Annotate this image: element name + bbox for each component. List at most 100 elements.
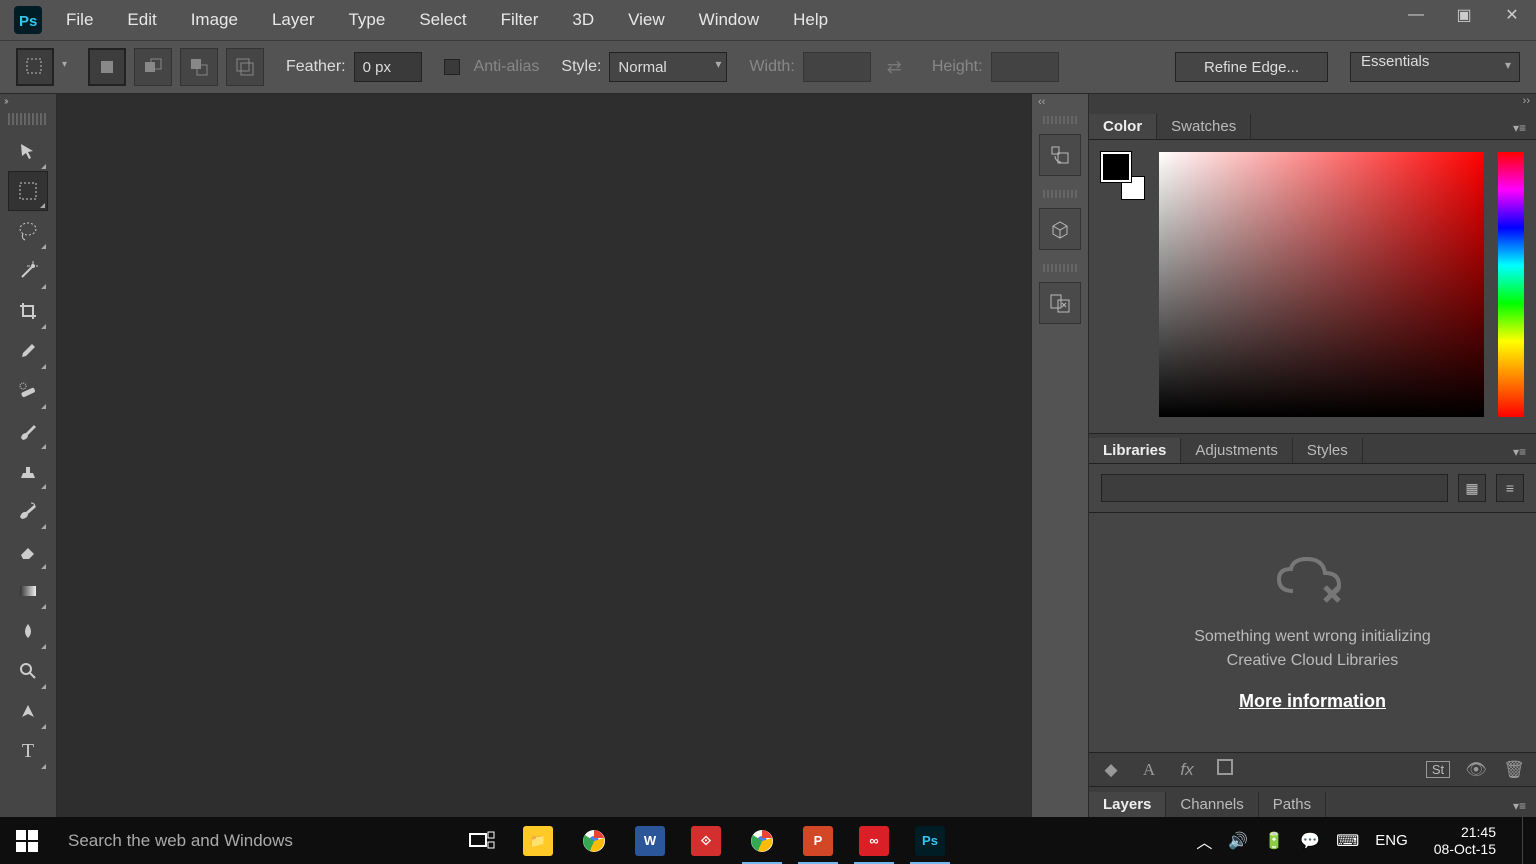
- start-button[interactable]: [0, 817, 54, 864]
- chrome-taskbar-icon-1[interactable]: [566, 817, 622, 864]
- file-explorer-taskbar-icon[interactable]: 📁: [510, 817, 566, 864]
- type-tool[interactable]: T: [8, 731, 48, 771]
- move-tool[interactable]: [8, 131, 48, 171]
- eyedropper-tool[interactable]: [8, 331, 48, 371]
- menu-window[interactable]: Window: [683, 0, 775, 40]
- feather-input[interactable]: [354, 52, 422, 82]
- more-information-link[interactable]: More information: [1239, 691, 1386, 712]
- add-selection-button[interactable]: [134, 48, 172, 86]
- menu-layer[interactable]: Layer: [256, 0, 331, 40]
- panel-grip[interactable]: [8, 113, 48, 125]
- crop-tool[interactable]: [8, 291, 48, 331]
- tab-color[interactable]: Color: [1089, 114, 1157, 139]
- language-indicator[interactable]: ENG: [1375, 832, 1408, 849]
- properties-panel-icon[interactable]: [1039, 282, 1081, 324]
- expand-panels-icon[interactable]: ››: [1089, 94, 1536, 110]
- gradient-tool[interactable]: [8, 571, 48, 611]
- menu-edit[interactable]: Edit: [111, 0, 172, 40]
- photoshop-taskbar-icon[interactable]: Ps: [902, 817, 958, 864]
- libraries-panel-menu-icon[interactable]: ▾≡: [1503, 441, 1536, 463]
- swap-dimensions-icon: ⇄: [887, 57, 902, 78]
- tab-layers[interactable]: Layers: [1089, 792, 1166, 817]
- add-layer-style-icon[interactable]: fx: [1175, 760, 1199, 780]
- add-graphic-icon[interactable]: ◆: [1099, 760, 1123, 780]
- new-selection-button[interactable]: [88, 48, 126, 86]
- menu-select[interactable]: Select: [403, 0, 482, 40]
- layers-panel-menu-icon[interactable]: ▾≡: [1503, 795, 1536, 817]
- refine-edge-button[interactable]: Refine Edge...: [1175, 52, 1328, 82]
- tab-swatches[interactable]: Swatches: [1157, 114, 1251, 139]
- rectangular-marquee-tool[interactable]: [8, 171, 48, 211]
- libraries-error-line2: Creative Cloud Libraries: [1194, 649, 1431, 673]
- stock-search-icon[interactable]: St: [1426, 761, 1450, 778]
- tab-paths[interactable]: Paths: [1259, 792, 1326, 817]
- menu-help[interactable]: Help: [777, 0, 844, 40]
- tab-libraries[interactable]: Libraries: [1089, 438, 1181, 463]
- menu-view[interactable]: View: [612, 0, 681, 40]
- creative-cloud-taskbar-icon[interactable]: ∞: [846, 817, 902, 864]
- tab-adjustments[interactable]: Adjustments: [1181, 438, 1293, 463]
- blur-tool[interactable]: [8, 611, 48, 651]
- svg-text:Ps: Ps: [19, 13, 37, 30]
- tab-styles[interactable]: Styles: [1293, 438, 1363, 463]
- keyboard-icon[interactable]: ⌨: [1336, 831, 1359, 851]
- subtract-selection-button[interactable]: [180, 48, 218, 86]
- powerpoint-taskbar-icon[interactable]: P: [790, 817, 846, 864]
- add-color-icon[interactable]: [1213, 759, 1237, 780]
- chrome-taskbar-icon-2[interactable]: [734, 817, 790, 864]
- foreground-color-swatch[interactable]: [1101, 152, 1131, 182]
- style-select[interactable]: Normal: [609, 52, 727, 82]
- word-taskbar-icon[interactable]: W: [622, 817, 678, 864]
- foreground-background-swatch[interactable]: [1101, 152, 1145, 200]
- workspace-switcher[interactable]: Essentials: [1350, 52, 1520, 82]
- pen-tool[interactable]: [8, 691, 48, 731]
- hue-slider[interactable]: [1498, 152, 1524, 417]
- add-character-style-icon[interactable]: A: [1137, 760, 1161, 780]
- panel-grip[interactable]: [1043, 264, 1077, 272]
- magic-wand-tool[interactable]: [8, 251, 48, 291]
- healing-brush-tool[interactable]: [8, 371, 48, 411]
- maximize-button[interactable]: ▣: [1440, 0, 1488, 30]
- zoom-tool[interactable]: [8, 651, 48, 691]
- action-center-icon[interactable]: 💬: [1300, 831, 1320, 851]
- minimize-button[interactable]: —: [1392, 0, 1440, 30]
- history-brush-tool[interactable]: [8, 491, 48, 531]
- app-taskbar-icon[interactable]: ⟐: [678, 817, 734, 864]
- library-selector[interactable]: [1101, 474, 1448, 502]
- task-view-button[interactable]: [454, 817, 510, 864]
- close-button[interactable]: ✕: [1488, 0, 1536, 30]
- tray-chevron-icon[interactable]: ︿: [1196, 829, 1212, 853]
- brush-tool[interactable]: [8, 411, 48, 451]
- grid-view-icon[interactable]: ▦: [1458, 474, 1486, 502]
- tab-channels[interactable]: Channels: [1166, 792, 1258, 817]
- battery-icon[interactable]: 🔋: [1264, 831, 1284, 851]
- color-panel-menu-icon[interactable]: ▾≡: [1503, 117, 1536, 139]
- color-panel-tabs: Color Swatches ▾≡: [1089, 110, 1536, 140]
- clone-stamp-tool[interactable]: [8, 451, 48, 491]
- show-desktop-button[interactable]: [1522, 817, 1530, 864]
- taskbar-clock[interactable]: 21:45 08-Oct-15: [1424, 824, 1506, 858]
- menu-type[interactable]: Type: [332, 0, 401, 40]
- panel-grip[interactable]: [1043, 190, 1077, 198]
- expand-tools-icon[interactable]: ››: [0, 94, 56, 109]
- sync-icon[interactable]: 👁: [1464, 760, 1488, 780]
- list-view-icon[interactable]: ≡: [1496, 474, 1524, 502]
- eraser-tool[interactable]: [8, 531, 48, 571]
- lasso-tool[interactable]: [8, 211, 48, 251]
- history-panel-icon[interactable]: [1039, 134, 1081, 176]
- tool-preset-button[interactable]: ▾: [16, 48, 54, 86]
- menu-filter[interactable]: Filter: [485, 0, 555, 40]
- intersect-selection-button[interactable]: [226, 48, 264, 86]
- color-field[interactable]: [1159, 152, 1484, 417]
- menu-3d[interactable]: 3D: [556, 0, 610, 40]
- libraries-content: Something went wrong initializing Creati…: [1089, 513, 1536, 752]
- menu-file[interactable]: File: [50, 0, 109, 40]
- delete-icon[interactable]: 🗑: [1502, 760, 1526, 780]
- volume-icon[interactable]: 🔊: [1228, 831, 1248, 851]
- panel-grip[interactable]: [1043, 116, 1077, 124]
- menu-image[interactable]: Image: [175, 0, 254, 40]
- 3d-panel-icon[interactable]: [1039, 208, 1081, 250]
- taskbar-search[interactable]: Search the web and Windows: [54, 817, 454, 864]
- collapse-panels-icon[interactable]: ‹‹: [1032, 94, 1051, 110]
- clock-date: 08-Oct-15: [1434, 841, 1496, 858]
